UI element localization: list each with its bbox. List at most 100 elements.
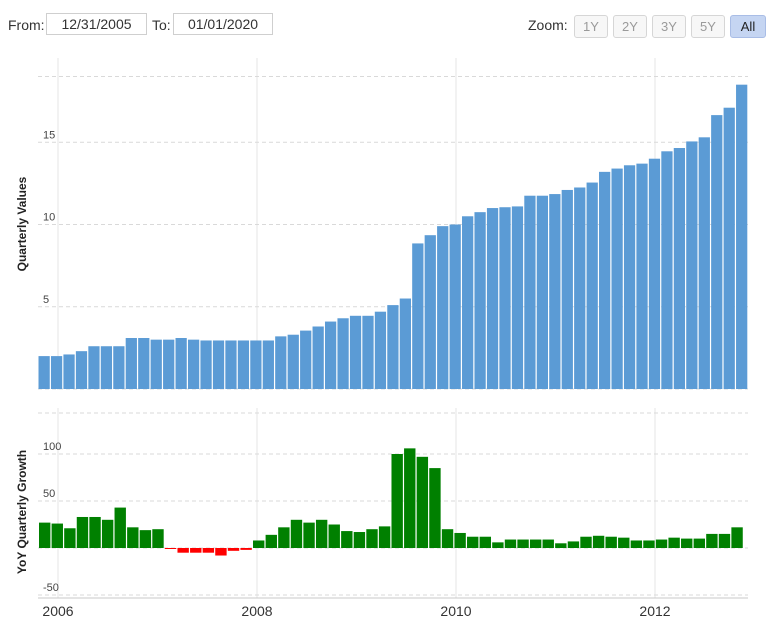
value-bar: [462, 216, 474, 389]
y-axis-title-top: Quarterly Values: [15, 176, 29, 271]
value-bar: [374, 311, 387, 389]
value-bar: [100, 346, 113, 389]
value-bar: [38, 356, 50, 389]
value-bar: [661, 151, 673, 389]
value-bar: [362, 315, 374, 389]
growth-bar-positive: [265, 534, 277, 548]
value-bar: [424, 235, 436, 389]
growth-bar-positive: [542, 539, 554, 548]
x-tick-label: 2006: [42, 603, 73, 619]
value-bar: [324, 321, 337, 389]
growth-bar-positive: [315, 519, 328, 548]
growth-bar-positive: [479, 536, 491, 548]
growth-bar-positive: [76, 516, 89, 548]
value-bar: [163, 339, 175, 389]
growth-bar-positive: [681, 538, 693, 548]
value-bar: [113, 346, 125, 389]
value-bar: [337, 318, 349, 389]
growth-bar-positive: [555, 543, 567, 548]
growth-bar-positive: [580, 536, 592, 548]
growth-bar-positive: [618, 537, 630, 548]
growth-bar-positive: [454, 532, 466, 548]
value-bar: [673, 148, 686, 389]
growth-bar-negative: [190, 548, 202, 553]
value-bar: [387, 305, 399, 389]
growth-bar-negative: [227, 548, 240, 551]
chart-area: 051015Quarterly Values-50050100YoY Quart…: [15, 58, 748, 619]
value-bar: [63, 354, 75, 389]
value-bar: [561, 189, 573, 389]
growth-bar-positive: [114, 507, 126, 548]
growth-bar-positive: [467, 536, 479, 548]
growth-bar-positive: [429, 468, 441, 548]
value-bar: [698, 137, 710, 389]
value-bar: [723, 107, 735, 389]
value-bar: [536, 195, 549, 389]
growth-bar-positive: [706, 533, 718, 548]
value-bar: [711, 115, 723, 390]
value-bar: [736, 84, 748, 390]
y-tick-label-bottom: 100: [43, 441, 61, 453]
value-bar: [225, 340, 237, 389]
value-bar: [150, 339, 162, 389]
value-bar: [474, 212, 486, 389]
growth-bar-negative: [215, 548, 227, 556]
growth-bar-positive: [290, 519, 303, 548]
growth-bar-positive: [416, 456, 429, 548]
growth-bar-negative: [202, 548, 215, 553]
value-bar: [200, 340, 212, 389]
growth-bar-positive: [605, 536, 617, 548]
value-bar: [686, 141, 698, 389]
growth-bar-positive: [643, 540, 655, 548]
value-bar: [187, 339, 200, 389]
growth-bar-positive: [366, 529, 378, 548]
value-bar: [399, 298, 411, 389]
value-bar: [437, 226, 449, 389]
growth-bar-positive: [693, 538, 705, 548]
growth-bar-positive: [152, 529, 164, 548]
growth-bar-negative: [240, 548, 252, 550]
growth-bar-positive: [517, 539, 529, 548]
value-bar: [287, 334, 299, 389]
y-tick-label-bottom: -50: [43, 582, 59, 594]
value-bar: [275, 336, 287, 389]
growth-bar-positive: [630, 540, 643, 548]
value-bar: [262, 340, 274, 389]
growth-bar-positive: [341, 531, 353, 548]
value-bar: [511, 206, 524, 389]
y-axis-title-bottom: YoY Quarterly Growth: [15, 450, 29, 574]
value-bar: [138, 338, 150, 389]
growth-bar-positive: [529, 539, 542, 548]
growth-bar-positive: [492, 542, 504, 548]
growth-bar-positive: [303, 522, 315, 548]
value-bar: [312, 326, 324, 389]
growth-bar-positive: [404, 448, 416, 548]
value-bar: [75, 351, 88, 389]
value-bar: [524, 195, 536, 389]
value-bar: [574, 187, 586, 389]
value-bar: [549, 194, 561, 389]
growth-bar-positive: [391, 454, 403, 548]
growth-bar-positive: [253, 540, 265, 548]
y-tick-label-top: 5: [43, 294, 49, 306]
growth-bar-positive: [51, 523, 63, 548]
growth-bar-positive: [592, 535, 605, 548]
value-bar: [300, 330, 312, 389]
value-bar: [623, 165, 636, 389]
value-bar: [611, 168, 623, 389]
growth-bar-negative: [177, 548, 189, 553]
growth-bar-negative: [164, 548, 177, 549]
growth-bar-positive: [441, 529, 454, 548]
growth-bar-positive: [127, 527, 139, 548]
growth-bar-positive: [101, 519, 114, 548]
value-bar: [586, 182, 598, 389]
growth-bar-positive: [64, 528, 76, 548]
value-bar: [175, 338, 187, 389]
growth-bar-positive: [378, 526, 391, 548]
value-bar: [125, 338, 137, 389]
value-bar: [88, 346, 100, 389]
value-bar: [449, 224, 461, 389]
y-tick-label-bottom: 50: [43, 488, 55, 500]
growth-bar-positive: [668, 537, 680, 548]
value-bar: [636, 163, 648, 389]
